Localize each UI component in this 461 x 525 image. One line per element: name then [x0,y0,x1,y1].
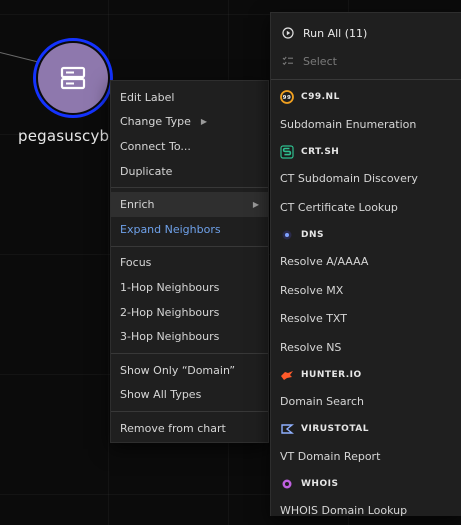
menu-item-label: Connect To... [120,140,191,153]
provider-name: HUNTER.IO [301,370,362,380]
menu-divider [271,79,461,80]
menu-item-remove-from-chart[interactable]: Remove from chart [111,416,268,441]
provider-header-whois: WHOIS [271,471,461,497]
menu-divider [111,353,268,354]
provider-header-dns: DNS [271,222,461,248]
whois-logo-icon [280,477,294,491]
action-label: CT Certificate Lookup [280,201,398,214]
run-all-label: Run All (11) [303,27,367,40]
provider-name: VIRUSTOTAL [301,424,369,434]
action-label: Domain Search [280,395,364,408]
menu-item-label: Focus [120,256,151,269]
action-label: Resolve MX [280,284,343,297]
action-label: VT Domain Report [280,450,380,463]
provider-header-c99: 99 C99.NL [271,84,461,110]
c99-logo-icon: 99 [280,90,294,104]
menu-item-enrich[interactable]: Enrich ▶ [111,192,268,217]
provider-name: WHOIS [301,479,338,489]
menu-item-label: Edit Label [120,91,174,104]
menu-item-focus[interactable]: Focus [111,251,268,276]
menu-divider [111,187,268,188]
select-label: Select [303,55,337,68]
provider-header-virustotal: VIRUSTOTAL [271,416,461,442]
submenu-arrow-icon: ▶ [253,200,259,209]
provider-header-crtsh: CRT.SH [271,139,461,165]
action-label: Resolve A/AAAA [280,255,368,268]
menu-item-1-hop[interactable]: 1-Hop Neighbours [111,275,268,300]
action-domain-search[interactable]: Domain Search [271,388,461,417]
action-resolve-mx[interactable]: Resolve MX [271,276,461,305]
submenu-arrow-icon: ▶ [201,117,207,126]
menu-item-2-hop[interactable]: 2-Hop Neighbours [111,300,268,325]
action-label: CT Subdomain Discovery [280,172,418,185]
action-label: WHOIS Domain Lookup [280,504,407,517]
menu-item-show-all-types[interactable]: Show All Types [111,383,268,408]
menu-item-label: 2-Hop Neighbours [120,306,219,319]
action-ct-certificate-lookup[interactable]: CT Certificate Lookup [271,193,461,222]
menu-item-connect-to[interactable]: Connect To... [111,134,268,159]
provider-name: CRT.SH [301,147,339,157]
svg-text:99: 99 [283,95,292,101]
menu-item-3-hop[interactable]: 3-Hop Neighbours [111,324,268,349]
menu-item-label: Show All Types [120,388,201,401]
dns-logo-icon [280,228,294,242]
menu-item-duplicate[interactable]: Duplicate [111,159,268,184]
menu-item-expand-neighbors[interactable]: Expand Neighbors [111,217,268,242]
menu-item-label: Change Type [120,115,191,128]
action-ct-subdomain-discovery[interactable]: CT Subdomain Discovery [271,165,461,194]
action-whois-domain-lookup[interactable]: WHOIS Domain Lookup [271,497,461,525]
action-subdomain-enumeration[interactable]: Subdomain Enumeration [271,110,461,139]
action-label: Resolve NS [280,341,341,354]
menu-divider [111,246,268,247]
submenu-header: Run All (11) Select [271,13,461,79]
provider-name: C99.NL [301,92,340,102]
menu-item-label: 3-Hop Neighbours [120,330,219,343]
virustotal-logo-icon [280,422,294,436]
checklist-icon [281,54,295,68]
menu-item-change-type[interactable]: Change Type ▶ [111,110,268,135]
action-label: Subdomain Enumeration [280,118,416,131]
menu-item-show-only-domain[interactable]: Show Only “Domain” [111,358,268,383]
menu-item-label: Expand Neighbors [120,223,221,236]
server-icon [59,64,87,92]
enrich-submenu: Run All (11) Select 99 C99.NL Subdomain … [270,12,461,516]
action-resolve-ns[interactable]: Resolve NS [271,333,461,362]
graph-node[interactable] [33,38,121,126]
node-label[interactable]: pegasuscyb [18,127,109,145]
select-button[interactable]: Select [271,47,461,75]
run-all-button[interactable]: Run All (11) [271,19,461,47]
hunter-logo-icon [280,368,294,382]
play-circle-icon [281,26,295,40]
action-label: Resolve TXT [280,312,347,325]
menu-item-label: Enrich [120,198,155,211]
provider-name: DNS [301,230,324,240]
action-resolve-a-aaaa[interactable]: Resolve A/AAAA [271,248,461,277]
menu-item-label: Duplicate [120,165,172,178]
context-menu: Edit Label Change Type ▶ Connect To... Du… [110,80,269,443]
menu-item-label: Remove from chart [120,422,226,435]
action-resolve-txt[interactable]: Resolve TXT [271,305,461,334]
menu-divider [111,411,268,412]
action-vt-domain-report[interactable]: VT Domain Report [271,442,461,471]
node-body[interactable] [38,43,108,113]
menu-item-label: Show Only “Domain” [120,364,235,377]
crtsh-logo-icon [280,145,294,159]
menu-item-edit-label[interactable]: Edit Label [111,85,268,110]
menu-item-label: 1-Hop Neighbours [120,281,219,294]
provider-header-hunter: HUNTER.IO [271,362,461,388]
